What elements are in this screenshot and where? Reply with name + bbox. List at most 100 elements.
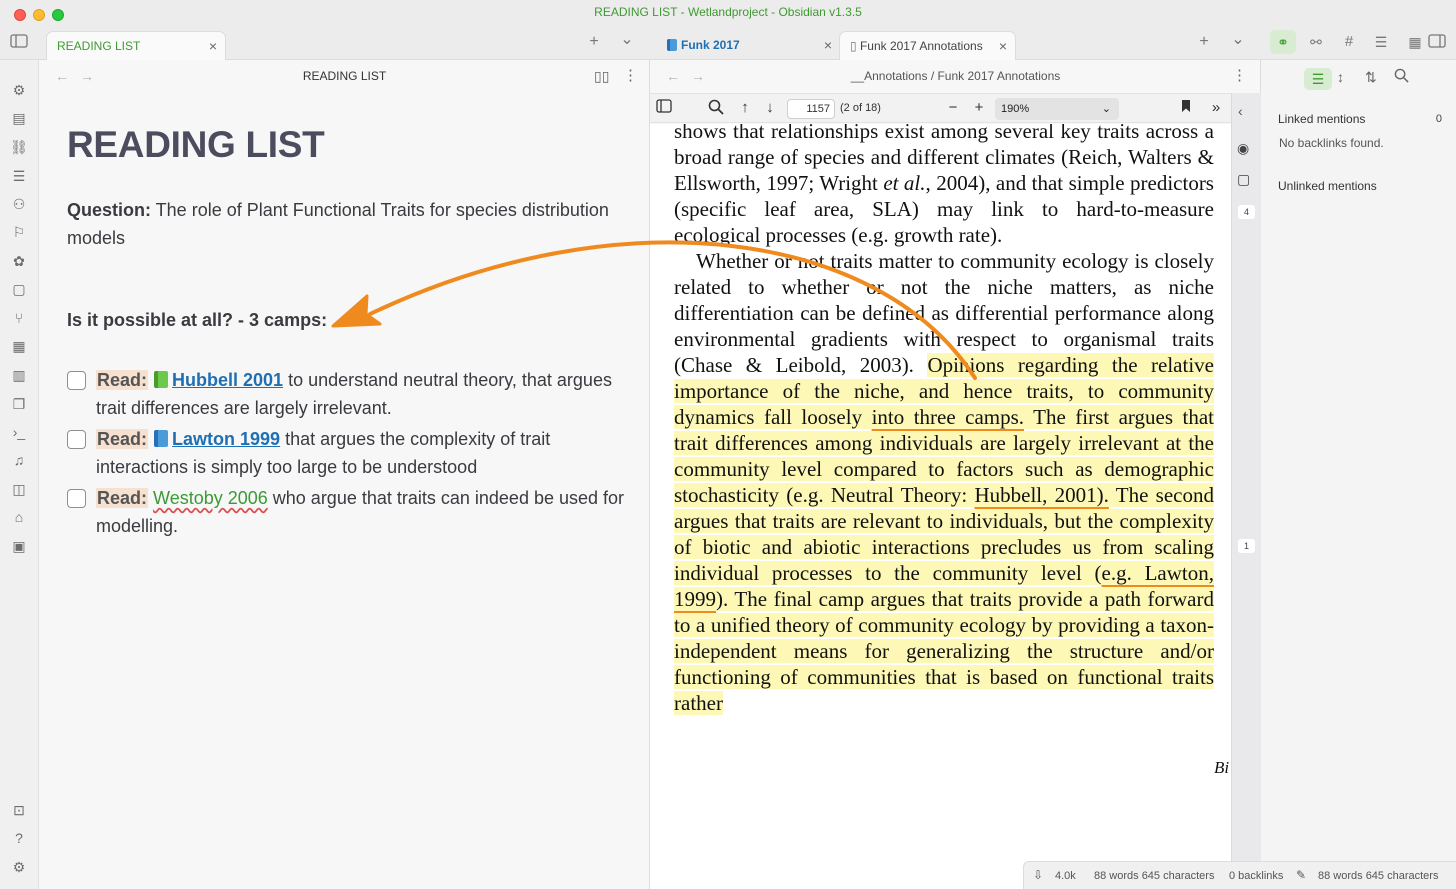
pdf-paragraph: shows that relationships exist among sev… [674, 124, 1214, 248]
blue-book-icon [154, 430, 169, 447]
internal-link[interactable]: Hubbell 2001 [172, 370, 283, 390]
tab-funk-2017-annotations[interactable]: ▯ Funk 2017 Annotations × [839, 31, 1016, 60]
sign-icon[interactable]: ⚐ [9, 222, 29, 242]
word-count: 88 words 645 characters [1094, 870, 1215, 882]
zoom-value: 190% [1001, 103, 1030, 115]
window-title: READING LIST - Wetlandproject - Obsidian… [594, 5, 862, 19]
pdf-highlight[interactable]: Opinions regarding the relative importan… [674, 353, 1214, 715]
list-icon[interactable]: ☰ [9, 166, 29, 186]
zoom-select[interactable]: 190% ⌄ [995, 98, 1119, 120]
task-checkbox[interactable] [67, 489, 86, 508]
linked-mentions-heading[interactable]: Linked mentions [1278, 112, 1365, 126]
task-item: Read: Westoby 2006 who argue that traits… [67, 484, 627, 540]
new-tab-icon[interactable]: + [1193, 32, 1215, 52]
no-backlinks-message: No backlinks found. [1279, 136, 1384, 150]
collapse-chevron-icon[interactable]: ‹ [1238, 103, 1243, 119]
page-title: READING LIST [67, 124, 325, 165]
layout-icon[interactable]: ◫ [9, 479, 29, 499]
question-label: Question: [67, 200, 151, 220]
left-editor-pane: ← → READING LIST ▯▯ ⋮ READING LIST Quest… [39, 60, 650, 889]
right-sidebar-toggle-icon[interactable] [1426, 33, 1448, 55]
list-view-icon[interactable]: ☰ [1304, 68, 1332, 90]
zoom-in-icon[interactable]: + [970, 99, 988, 117]
calendar-icon[interactable]: ▥ [9, 365, 29, 385]
unresolved-link[interactable]: Westoby 2006 [153, 488, 268, 508]
collapse-results-icon[interactable]: ↕ [1337, 69, 1344, 85]
pdf-paragraph: Whether or not traits matter to communit… [674, 248, 1214, 716]
pdf-toolbar: ↑ ↓ 1157 (2 of 18) − + 190% ⌄ » [650, 93, 1231, 123]
file-icon: ▯ [850, 39, 860, 53]
console-icon[interactable]: ▣ [9, 536, 29, 556]
view-header-title: READING LIST [302, 69, 387, 83]
eye-icon[interactable]: ◉ [1237, 140, 1249, 157]
git-branch-icon[interactable]: ⑂ [9, 308, 29, 328]
edit-pencil-icon[interactable]: ✎ [1296, 868, 1306, 882]
linked-mentions-count: 0 [1435, 113, 1442, 125]
home-icon[interactable]: ⌂ [9, 507, 29, 527]
chevron-down-icon: ⌄ [1101, 103, 1111, 115]
task-checkbox[interactable] [67, 430, 86, 449]
read-label: Read: [96, 429, 149, 449]
community-plugins-icon[interactable]: ✿ [9, 251, 29, 271]
microphone-icon[interactable]: ♫ [9, 450, 29, 470]
backlinks-icon[interactable]: ⚭ [1270, 30, 1296, 54]
pdf-text-layer: shows that relationships exist among sev… [674, 124, 1214, 716]
annotation-badge[interactable]: 1 [1238, 539, 1255, 553]
tab-list-icon[interactable]: ⌄ [1227, 30, 1249, 50]
more-options-icon[interactable]: ⋮ [623, 66, 638, 84]
read-label: Read: [96, 488, 149, 508]
sort-icon[interactable]: ⇅ [1365, 69, 1377, 86]
page-count: (2 of 18) [840, 102, 881, 114]
close-icon[interactable]: × [209, 32, 217, 61]
new-tab-icon[interactable]: + [583, 32, 605, 52]
next-page-icon[interactable]: ↓ [761, 99, 779, 117]
page-number-input[interactable]: 1157 [787, 99, 835, 119]
breadcrumb: __Annotations / Funk 2017 Annotations [850, 69, 1061, 83]
pdf-text-italic: et al. [883, 171, 926, 195]
tab-list-icon[interactable]: ⌄ [616, 30, 638, 50]
tools-chevron-icon[interactable]: » [1207, 99, 1225, 117]
bookmark-icon[interactable] [1177, 99, 1195, 118]
search-icon[interactable] [1394, 68, 1409, 88]
right-pdf-pane: ← → __Annotations / Funk 2017 Annotation… [650, 60, 1261, 889]
pdf-page[interactable]: shows that relationships exist among sev… [650, 124, 1231, 889]
tab-funk-2017[interactable]: Funk 2017 × [656, 31, 840, 60]
settings-gear-icon[interactable]: ⚙ [9, 857, 29, 877]
graph-icon[interactable]: ⚙ [9, 80, 29, 100]
close-icon[interactable]: × [999, 32, 1007, 61]
copy-icon[interactable]: ❐ [9, 394, 29, 414]
annotation-badge[interactable]: 4 [1238, 205, 1255, 219]
calendar-icon[interactable]: ▦ [1404, 32, 1426, 52]
sync-icon[interactable]: ⇩ [1033, 868, 1043, 882]
zoom-out-icon[interactable]: − [944, 99, 962, 117]
right-sidebar: ☰ ↕ ⇅ Linked mentions 0 No backlinks fou… [1261, 60, 1456, 889]
more-options-icon[interactable]: ⋮ [1232, 66, 1247, 84]
help-icon[interactable]: ? [9, 828, 29, 848]
tab-reading-list[interactable]: READING LIST × [46, 31, 226, 60]
previous-page-icon[interactable]: ↑ [736, 99, 754, 117]
outgoing-links-icon[interactable]: ⚯ [1305, 32, 1327, 52]
table-icon[interactable]: ▤ [9, 108, 29, 128]
tags-icon[interactable]: # [1338, 32, 1360, 52]
note-icon[interactable]: ▢ [1237, 171, 1250, 188]
task-checkbox[interactable] [67, 371, 86, 390]
internal-link[interactable]: Lawton 1999 [172, 429, 280, 449]
robot-icon[interactable]: ⚇ [9, 194, 29, 214]
underlined-annotation: Hubbell, 2001). [974, 483, 1109, 507]
terminal-icon[interactable]: ›_ [9, 422, 29, 442]
backlink-count[interactable]: 0 backlinks [1229, 870, 1283, 882]
reading-view-icon[interactable]: ▯▯ [594, 68, 609, 85]
link-icon[interactable]: ⛓ [9, 137, 29, 157]
task-item: Read: Lawton 1999 that argues the comple… [67, 425, 627, 481]
dashboard-icon[interactable]: ▦ [9, 336, 29, 356]
pdf-sidebar-toggle-icon[interactable] [655, 99, 673, 118]
unlinked-mentions-heading[interactable]: Unlinked mentions [1278, 179, 1377, 193]
read-label: Read: [96, 370, 149, 390]
outline-icon[interactable]: ☰ [1370, 32, 1392, 52]
sidebar-toggle-icon[interactable] [8, 33, 30, 55]
search-icon[interactable] [707, 99, 725, 120]
green-book-icon [154, 371, 169, 388]
close-icon[interactable]: × [824, 31, 832, 60]
vault-switcher-icon[interactable]: ⊡ [9, 800, 29, 820]
note-icon[interactable]: ▢ [9, 279, 29, 299]
